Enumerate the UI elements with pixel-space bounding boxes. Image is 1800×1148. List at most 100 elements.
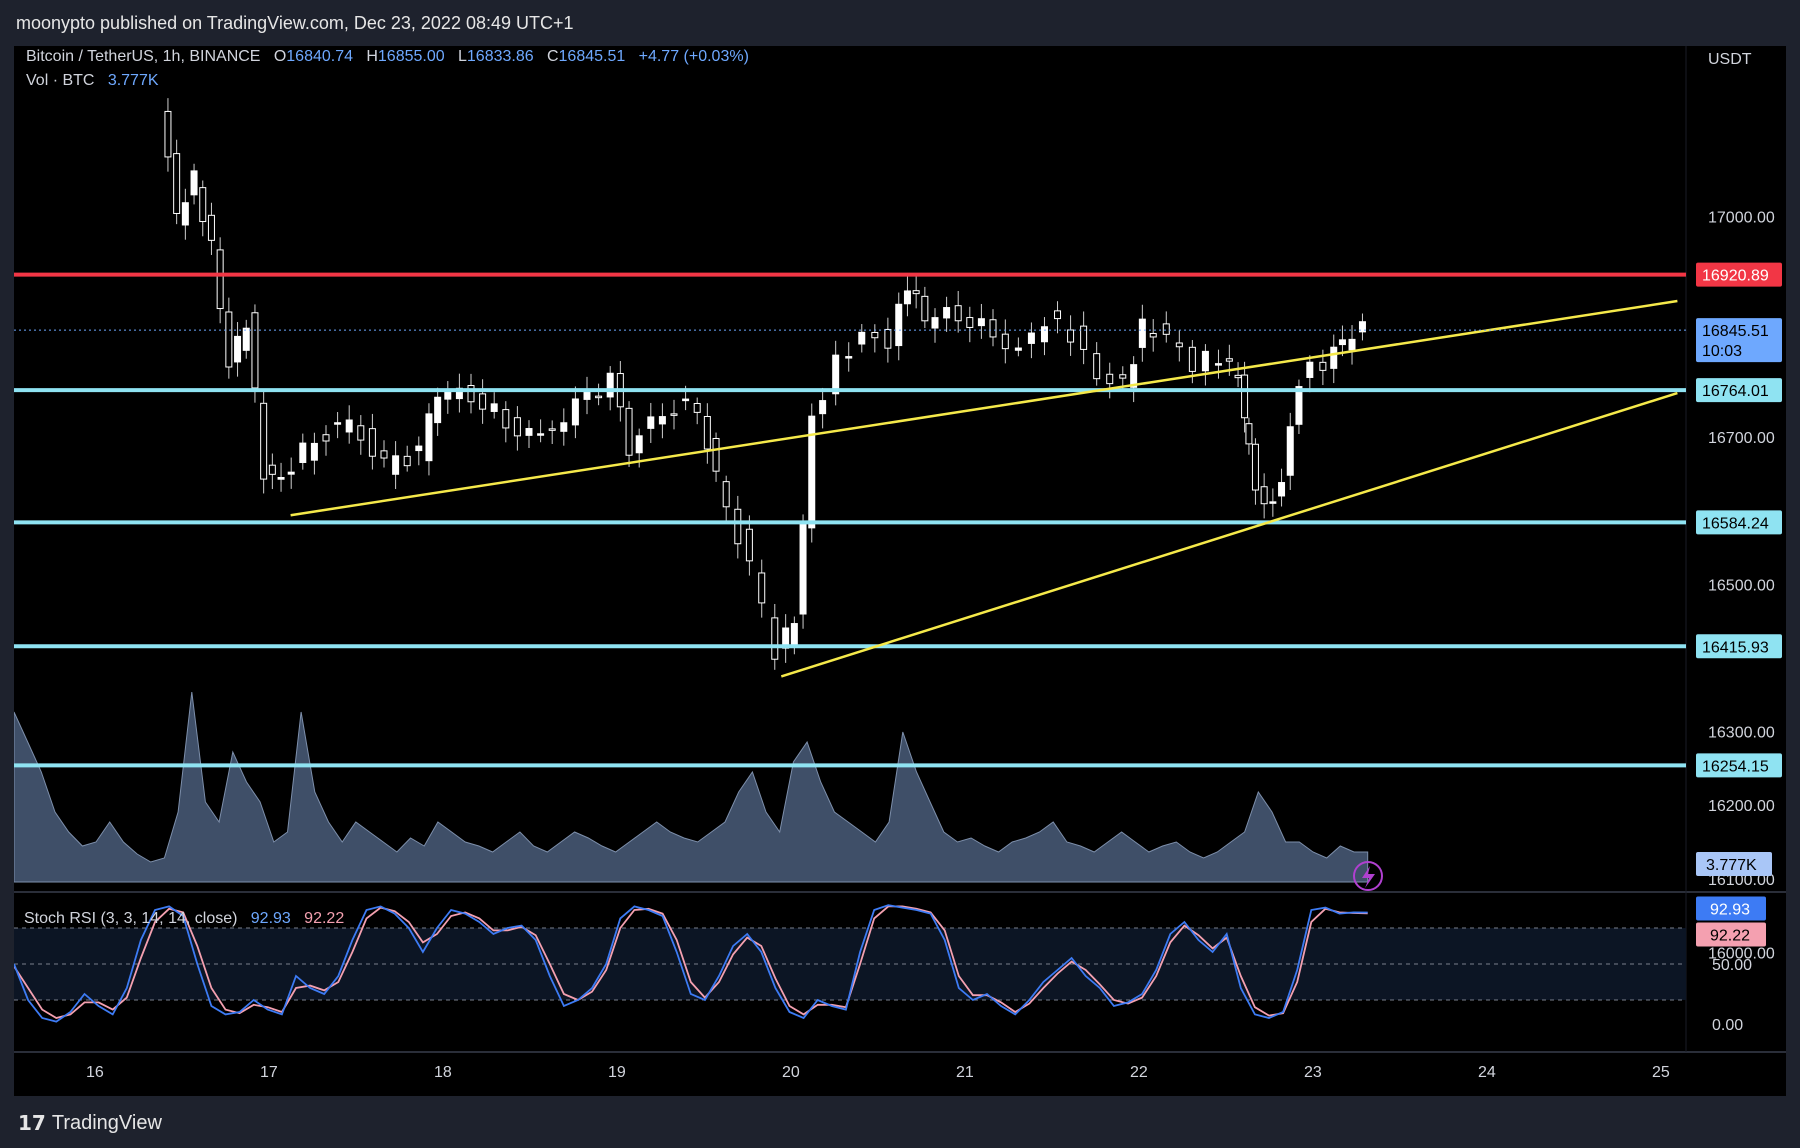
candle-up — [943, 307, 951, 319]
candle-up — [1348, 338, 1356, 351]
candle-up — [277, 477, 285, 480]
candle-up — [190, 170, 198, 196]
candle-up — [1014, 347, 1022, 351]
candle-up — [425, 413, 433, 462]
candle-up — [1338, 339, 1346, 346]
candle-down — [1149, 332, 1157, 338]
candle-up — [583, 390, 591, 400]
candle-down — [625, 407, 633, 456]
price-tick-label: 16700.00 — [1708, 430, 1775, 447]
candle-up — [345, 419, 353, 433]
candle-down — [734, 508, 742, 545]
candle-up — [635, 435, 643, 454]
candle-down — [1245, 423, 1253, 445]
candle-up — [334, 422, 342, 425]
high-label: H — [366, 48, 378, 65]
candle-down — [268, 464, 276, 475]
candle-up — [682, 398, 690, 402]
volume-value: 3.777K — [107, 72, 159, 89]
candle-down — [225, 311, 233, 368]
candle-down — [1225, 358, 1233, 362]
candle-up — [181, 202, 189, 226]
candle-down — [1260, 486, 1268, 505]
candle-down — [479, 393, 487, 410]
candle-down — [380, 450, 388, 459]
candle-up — [560, 422, 568, 432]
candle-down — [1319, 361, 1327, 371]
x-tick-label: 22 — [1130, 1064, 1148, 1081]
candle-up — [1138, 318, 1146, 348]
price-tick-label: 16300.00 — [1708, 725, 1775, 742]
candle-down — [199, 187, 207, 223]
change-value: +4.77 (+0.03%) — [638, 48, 749, 65]
footer: 17 TradingView — [0, 1098, 1800, 1148]
candle-down — [403, 455, 411, 467]
candle-down — [670, 413, 678, 416]
candle-up — [1306, 361, 1314, 378]
candle-up — [606, 372, 614, 398]
chart-area[interactable]: USDT 16200.00 16300.00 16500.00 16700.00 1700… — [14, 46, 1786, 1096]
candle-down — [548, 428, 556, 431]
candle-up — [1269, 501, 1277, 504]
stoch-d-value: 92.22 — [304, 910, 345, 927]
candle-up — [1330, 346, 1338, 369]
candle-up — [1278, 482, 1286, 497]
stoch-k-value: 92.93 — [250, 910, 291, 927]
candle-down — [1093, 353, 1101, 380]
published-header: moonypto published on TradingView.com, D… — [16, 13, 574, 33]
stoch-k-tag-label: 92.93 — [1710, 901, 1750, 918]
candle-up — [845, 356, 853, 359]
x-tick-label: 16 — [86, 1064, 104, 1081]
price-tick-label: 17000.00 — [1708, 209, 1775, 226]
candle-down — [164, 110, 172, 158]
candle-up — [1201, 350, 1209, 372]
candle-up — [1214, 363, 1222, 366]
chart-svg[interactable]: USDT16200.0016300.0016500.0016700.001700… — [14, 46, 1786, 1096]
candle-up — [903, 290, 911, 305]
candle-down — [703, 416, 711, 450]
candle-up — [808, 415, 816, 529]
tradingview-brand[interactable]: TradingView — [52, 1112, 162, 1135]
candle-up — [434, 396, 442, 424]
candle-up — [415, 445, 423, 452]
candle-up — [1027, 332, 1035, 344]
candle-down — [1162, 323, 1170, 335]
currency-label: USDT — [1708, 51, 1752, 68]
open-label: O — [273, 48, 287, 65]
support-tag-label: 16764.01 — [1702, 383, 1769, 400]
candle-up — [799, 520, 807, 615]
symbol-legend[interactable]: Bitcoin / TetherUS, 1h, BINANCE O16840.7… — [26, 48, 749, 66]
price-tick-label: 16200.00 — [1708, 798, 1775, 815]
candle-down — [712, 438, 720, 472]
x-tick-label: 24 — [1478, 1064, 1496, 1081]
candle-down — [871, 331, 879, 339]
candle-up — [571, 398, 579, 426]
candle-down — [745, 528, 753, 562]
volume-legend[interactable]: Vol · BTC 3.777K — [26, 72, 159, 90]
last-price-label: 16845.51 — [1702, 323, 1769, 340]
candle-down — [693, 403, 701, 413]
candle-down — [368, 428, 376, 457]
candle-up — [1295, 386, 1303, 425]
low-label: L — [457, 48, 467, 65]
candle-down — [884, 328, 892, 349]
stoch-legend[interactable]: Stoch RSI (3, 3, 14, 14, close) 92.93 92… — [24, 910, 344, 928]
stoch-d-tag-label: 92.22 — [1710, 927, 1750, 944]
candle-up — [658, 416, 666, 425]
close-label: C — [546, 48, 559, 65]
trendline — [290, 299, 1678, 517]
candle-up — [392, 455, 400, 475]
resistance-tag-label: 16920.89 — [1702, 268, 1769, 285]
candle-up — [931, 317, 939, 329]
open-value: 16840.74 — [286, 48, 353, 65]
candle-down — [966, 317, 974, 328]
candle-down — [912, 290, 920, 295]
support-tag-label: 16584.24 — [1702, 515, 1769, 532]
countdown-label: 10:03 — [1702, 343, 1742, 360]
volume-last-label: 3.777K — [1706, 857, 1757, 874]
support-tag-label: 16254.15 — [1702, 758, 1769, 775]
tradingview-logo-icon[interactable]: 17 — [18, 1111, 46, 1135]
candle-down — [1241, 374, 1249, 419]
stoch-tick-label: 0.00 — [1712, 1017, 1743, 1034]
candle-down — [989, 319, 997, 338]
